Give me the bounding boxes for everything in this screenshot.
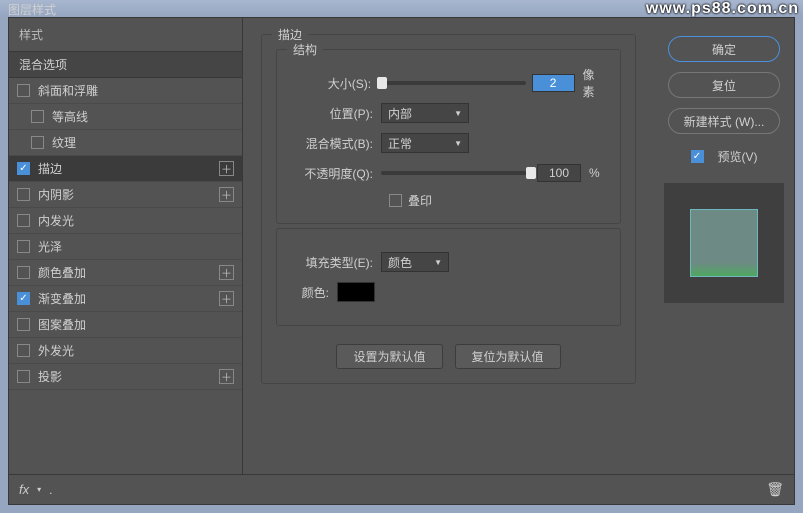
style-row-1[interactable]: 等高线 [9,104,242,130]
preview-inner [690,209,758,277]
add-effect-icon[interactable]: ＋ [219,291,234,306]
style-checkbox[interactable] [17,84,30,97]
size-input[interactable]: 2 [532,74,575,92]
style-checkbox[interactable] [17,240,30,253]
style-checkbox[interactable] [17,162,30,175]
color-label: 颜色: [291,284,337,301]
style-label: 内阴影 [38,186,219,203]
structure-title: 结构 [287,41,323,58]
style-row-5[interactable]: 内发光 [9,208,242,234]
fx-menu-button[interactable]: fx [19,482,29,497]
preview-box [664,183,784,303]
style-label: 光泽 [38,238,234,255]
ok-button[interactable]: 确定 [668,36,780,62]
window-title: 图层样式 [8,3,56,17]
color-swatch[interactable] [337,282,375,302]
size-slider[interactable] [379,81,525,85]
position-label: 位置(P): [291,105,381,122]
stroke-settings-panel: 描边 结构 大小(S): 2 像素 位置(P): 内部▼ 混合模式(B): [243,18,654,474]
style-label: 外发光 [38,342,234,359]
fill-subgroup: 填充类型(E): 颜色▼ 颜色: [276,228,621,326]
blending-options-row[interactable]: 混合选项 [9,51,242,78]
style-checkbox[interactable] [17,214,30,227]
styles-header[interactable]: 样式 [9,18,242,51]
add-effect-icon[interactable]: ＋ [219,369,234,384]
size-unit: 像素 [583,66,606,100]
opacity-label: 不透明度(Q): [291,165,381,182]
style-row-10[interactable]: 外发光 [9,338,242,364]
style-row-7[interactable]: 颜色叠加＋ [9,260,242,286]
blendmode-label: 混合模式(B): [291,135,381,152]
make-default-button[interactable]: 设置为默认值 [336,344,442,369]
style-checkbox[interactable] [17,370,30,383]
position-dropdown[interactable]: 内部▼ [381,103,469,123]
style-label: 描边 [38,160,219,177]
chevron-down-icon: ▼ [454,139,462,148]
style-label: 投影 [38,368,219,385]
opacity-input[interactable]: 100 [537,164,581,182]
preview-checkbox[interactable] [691,150,704,163]
blendmode-dropdown[interactable]: 正常▼ [381,133,469,153]
filltype-dropdown[interactable]: 颜色▼ [381,252,449,272]
add-effect-icon[interactable]: ＋ [219,161,234,176]
style-row-8[interactable]: 渐变叠加＋ [9,286,242,312]
trash-icon[interactable]: 🗑 [766,481,784,498]
layer-style-dialog: 样式 混合选项 斜面和浮雕等高线纹理描边＋内阴影＋内发光光泽颜色叠加＋渐变叠加＋… [8,17,795,505]
style-row-9[interactable]: 图案叠加 [9,312,242,338]
reset-button[interactable]: 复位 [668,72,780,98]
style-label: 内发光 [38,212,234,229]
chevron-down-icon: ▼ [434,258,442,267]
style-checkbox[interactable] [17,292,30,305]
chevron-down-icon: ▾ [37,485,41,494]
size-label: 大小(S): [291,75,379,92]
style-checkbox[interactable] [17,266,30,279]
filltype-label: 填充类型(E): [291,254,381,271]
style-checkbox[interactable] [17,318,30,331]
styles-panel: 样式 混合选项 斜面和浮雕等高线纹理描边＋内阴影＋内发光光泽颜色叠加＋渐变叠加＋… [9,18,243,474]
overprint-label: 叠印 [408,192,432,209]
style-checkbox[interactable] [31,136,44,149]
add-effect-icon[interactable]: ＋ [219,187,234,202]
style-label: 纹理 [52,134,234,151]
chevron-down-icon: ▼ [454,109,462,118]
style-label: 颜色叠加 [38,264,219,281]
style-checkbox[interactable] [17,344,30,357]
reset-default-button[interactable]: 复位为默认值 [455,344,561,369]
bottom-bar: fx ▾ . 🗑 [9,474,794,504]
opacity-slider[interactable] [381,171,531,175]
style-list: 斜面和浮雕等高线纹理描边＋内阴影＋内发光光泽颜色叠加＋渐变叠加＋图案叠加外发光投… [9,78,242,474]
style-row-2[interactable]: 纹理 [9,130,242,156]
size-slider-thumb[interactable] [377,77,387,89]
style-label: 等高线 [52,108,234,125]
watermark-text: www.ps88.com.cn [646,0,799,18]
preview-label: 预览(V) [718,148,758,165]
overprint-checkbox[interactable] [389,194,402,207]
style-label: 渐变叠加 [38,290,219,307]
structure-subgroup: 结构 大小(S): 2 像素 位置(P): 内部▼ 混合模式(B): 正常▼ [276,49,621,224]
style-row-4[interactable]: 内阴影＋ [9,182,242,208]
opacity-unit: % [589,166,600,180]
style-row-0[interactable]: 斜面和浮雕 [9,78,242,104]
style-row-11[interactable]: 投影＋ [9,364,242,390]
style-row-3[interactable]: 描边＋ [9,156,242,182]
add-effect-icon[interactable]: ＋ [219,265,234,280]
action-panel: 确定 复位 新建样式 (W)... 预览(V) [654,18,794,474]
style-row-6[interactable]: 光泽 [9,234,242,260]
style-label: 图案叠加 [38,316,234,333]
stroke-group: 描边 结构 大小(S): 2 像素 位置(P): 内部▼ 混合模式(B): [261,34,636,384]
style-checkbox[interactable] [31,110,44,123]
style-checkbox[interactable] [17,188,30,201]
opacity-slider-thumb[interactable] [526,167,536,179]
style-label: 斜面和浮雕 [38,82,234,99]
new-style-button[interactable]: 新建样式 (W)... [668,108,780,134]
